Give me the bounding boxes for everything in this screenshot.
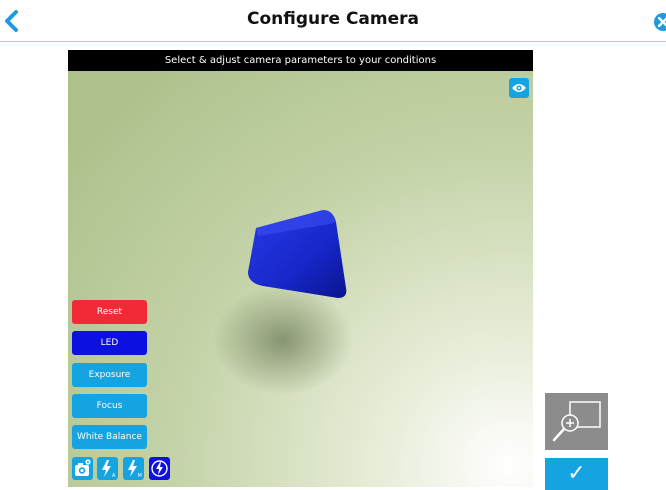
zoom-button[interactable] <box>545 393 608 450</box>
preview-toggle-button[interactable] <box>509 78 529 98</box>
flash-auto-button[interactable]: A <box>97 457 118 480</box>
flash-off-button[interactable] <box>149 457 170 480</box>
led-button[interactable]: LED <box>72 331 147 355</box>
flash-manual-letter: M <box>138 473 142 479</box>
close-circle-icon <box>658 17 666 27</box>
confirm-button[interactable]: ✓ <box>545 458 608 490</box>
flash-off-icon <box>151 460 168 477</box>
camera-feed-image <box>68 50 533 487</box>
eye-icon <box>512 84 526 92</box>
camera-settings-button[interactable] <box>72 457 93 480</box>
focus-button[interactable]: Focus <box>72 394 147 418</box>
camera-preview[interactable]: Select & adjust camera parameters to you… <box>68 50 533 487</box>
page-title: Configure Camera <box>246 9 419 29</box>
exposure-button[interactable]: Exposure <box>72 363 147 387</box>
close-button[interactable] <box>654 13 666 31</box>
header-bar: Configure Camera <box>0 0 666 42</box>
flash-auto-icon: A <box>102 460 116 479</box>
zoom-in-icon <box>552 401 601 442</box>
white-balance-button[interactable]: White Balance <box>72 425 147 449</box>
flash-manual-icon: M <box>128 460 142 479</box>
camera-settings-icon <box>75 459 91 476</box>
preview-banner: Select & adjust camera parameters to you… <box>68 50 533 71</box>
flash-manual-button[interactable]: M <box>123 457 144 480</box>
reset-button[interactable]: Reset <box>72 300 147 324</box>
flash-auto-letter: A <box>112 473 116 479</box>
